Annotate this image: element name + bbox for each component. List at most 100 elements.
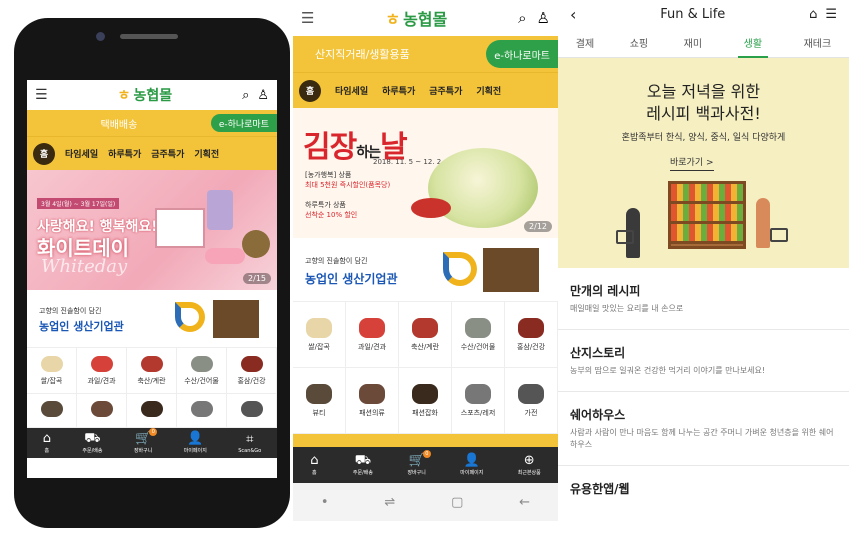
- bottom-nav-cart[interactable]: 🛒 0 장바구니: [407, 450, 431, 476]
- dot-icon[interactable]: •: [321, 495, 329, 510]
- basket-left-image: [616, 230, 634, 244]
- category-cell[interactable]: 과일/견과: [77, 348, 127, 394]
- category-cell[interactable]: 패션의류: [346, 368, 399, 434]
- fruit-icon: [90, 355, 113, 372]
- back-chevron-icon[interactable]: ‹: [570, 5, 576, 24]
- bottom-nav-orders[interactable]: ⛟ 주문/배송: [353, 454, 373, 476]
- screen3: ‹ Fun & Life ⌂ ☰ 결제 쇼핑 재미 생활 재테크 오늘 저녁을 …: [558, 0, 849, 533]
- bicycle-icon: [190, 400, 213, 417]
- home-icon[interactable]: ⌂: [809, 7, 817, 22]
- hamburger-menu-icon[interactable]: ☰: [301, 9, 314, 27]
- nav-item[interactable]: 금주특가: [429, 84, 462, 97]
- nh-mall-logo[interactable]: ㅎ 농협몰: [118, 85, 173, 105]
- home-tab[interactable]: 홈: [33, 142, 55, 165]
- category-cell[interactable]: 패션잡화: [399, 368, 452, 434]
- delivery-label: 택배배송: [100, 119, 138, 131]
- tab-payment[interactable]: 결제: [576, 35, 594, 50]
- nav-item[interactable]: 하루특가: [382, 84, 415, 97]
- bottom-nav-recent[interactable]: ⊕ 최근본상품: [518, 454, 541, 476]
- hero-sub: 혼밥족부터 한식, 양식, 중식, 일식 다양하게: [621, 133, 786, 143]
- delivery-band[interactable]: 택배배송 e-하나로마트: [27, 110, 277, 136]
- search-icon[interactable]: ⌕: [518, 9, 526, 27]
- list-item[interactable]: 쉐어하우스 사람과 사람이 만나 마음도 함께 나누는 공간 주머니 가벼운 청…: [558, 392, 849, 466]
- tab-shopping[interactable]: 쇼핑: [630, 35, 648, 50]
- bottom-nav-orders[interactable]: ⛟ 주문/배송: [82, 432, 102, 454]
- tab-life[interactable]: 생활: [737, 27, 769, 58]
- banner-line2: 최대 5천원 즉시할인(품목당): [305, 181, 391, 189]
- category-cell[interactable]: 쌀/잡곡: [27, 348, 77, 394]
- bottom-nav-mypage[interactable]: 👤 마이페이지: [460, 454, 483, 476]
- hero-line2: 레시피 백과사전!: [646, 104, 761, 123]
- recent-apps-icon[interactable]: ⇌: [384, 495, 395, 510]
- app-header: ☰ ㅎ 농협몰 ⌕ ♙: [27, 80, 277, 110]
- product-boxes-image: [483, 248, 539, 292]
- person-icon: 👤: [463, 453, 480, 468]
- list-item[interactable]: 만개의 레시피 매일매일 맛있는 요리를 내 손으로: [558, 268, 849, 330]
- fashion-icon: [359, 383, 385, 404]
- nav-item[interactable]: 타임세일: [335, 84, 368, 97]
- category-cell[interactable]: 스포츠/레저: [452, 368, 505, 434]
- category-cell[interactable]: [77, 394, 127, 428]
- category-cell[interactable]: 뷰티: [293, 368, 346, 434]
- user-icon[interactable]: ♙: [257, 88, 269, 103]
- bottom-nav-home[interactable]: ⌂ 홈: [310, 454, 318, 476]
- kimjang-banner[interactable]: 김장하는날 2018. 11. 5 ~ 12. 2 [농가행복] 상품 최대 5…: [293, 108, 558, 238]
- category-cell[interactable]: 축산/계란: [127, 348, 177, 394]
- producer-promo[interactable]: 고향의 진솔함이 담긴 농업인 생산기업관: [27, 290, 277, 348]
- tab-fun[interactable]: 재미: [684, 35, 702, 50]
- category-cell[interactable]: 과일/견과: [346, 302, 399, 368]
- go-link[interactable]: 바로가기 >: [670, 155, 714, 171]
- search-icon[interactable]: ⌕: [242, 88, 249, 103]
- fish-icon: [465, 317, 491, 338]
- back-icon[interactable]: ←: [519, 495, 530, 510]
- whiteday-banner[interactable]: 3월 4일(월) ~ 3월 17일(일) 사랑해요! 행복해요! 화이트데이 W…: [27, 170, 277, 290]
- macaron-image: [205, 248, 245, 264]
- speaker-grille: [120, 34, 178, 39]
- menu-icon[interactable]: ☰: [825, 7, 837, 22]
- direct-trade-band[interactable]: 산지직거래/생활용품 e-하나로마트: [293, 36, 558, 72]
- banner-counter: 2/15: [243, 273, 271, 284]
- category-cell[interactable]: 수산/건어물: [452, 302, 505, 368]
- category-cell[interactable]: 가전: [505, 368, 558, 434]
- clock-image: [242, 230, 270, 258]
- hamburger-menu-icon[interactable]: ☰: [35, 87, 48, 103]
- nav-item[interactable]: 타임세일: [65, 147, 98, 160]
- category-cell[interactable]: 홍삼/건강: [227, 348, 277, 394]
- bottom-nav-cart[interactable]: 🛒 0 장바구니: [134, 428, 158, 454]
- cart-badge: 0: [422, 450, 431, 458]
- home-square-icon[interactable]: ▢: [451, 495, 463, 510]
- recipe-hero[interactable]: 오늘 저녁을 위한 레시피 백과사전! 혼밥족부터 한식, 양식, 중식, 일식…: [558, 58, 849, 268]
- yellow-divider: [293, 434, 558, 447]
- list-item[interactable]: 산지스토리 농부의 땀으로 일궈온 건강한 먹거리 이야기를 만나보세요!: [558, 330, 849, 392]
- bag-icon: [412, 383, 438, 404]
- hanaro-mart-tab[interactable]: e-하나로마트: [210, 114, 277, 132]
- category-cell[interactable]: 수산/건어물: [177, 348, 227, 394]
- banner-line4: 선착순 10% 할인: [305, 211, 358, 219]
- bottom-nav-home[interactable]: ⌂ 홈: [43, 432, 51, 454]
- fish-icon: [190, 355, 213, 372]
- nh-mall-logo[interactable]: ㅎ 농협몰: [385, 6, 447, 30]
- beauty-icon: [40, 400, 63, 417]
- basket-right-image: [770, 228, 788, 242]
- nav-item[interactable]: 하루특가: [108, 147, 141, 160]
- tab-investment[interactable]: 재테크: [804, 35, 832, 50]
- list-item[interactable]: 유용한앱/웹: [558, 466, 849, 515]
- nav-item[interactable]: 기획전: [194, 147, 219, 160]
- category-cell[interactable]: [227, 394, 277, 428]
- nav-item[interactable]: 금주특가: [151, 147, 184, 160]
- category-cell[interactable]: 쌀/잡곡: [293, 302, 346, 368]
- rice-icon: [40, 355, 63, 372]
- producer-promo[interactable]: 고향의 진솔함이 담긴 농업인 생산기업관: [293, 238, 558, 302]
- user-icon[interactable]: ♙: [537, 9, 550, 27]
- bottom-nav-scan[interactable]: ⌗ Scan&Go: [238, 433, 261, 454]
- category-cell[interactable]: 축산/계란: [399, 302, 452, 368]
- category-cell[interactable]: [127, 394, 177, 428]
- category-cell[interactable]: [27, 394, 77, 428]
- hanaro-mart-tab[interactable]: e-하나로마트: [486, 40, 558, 68]
- category-cell[interactable]: 홍삼/건강: [505, 302, 558, 368]
- nav-item[interactable]: 기획전: [476, 84, 501, 97]
- home-tab[interactable]: 홈: [299, 79, 321, 102]
- bottom-nav-mypage[interactable]: 👤 마이페이지: [184, 432, 207, 454]
- barcode-icon: ⌗: [246, 431, 254, 447]
- category-cell[interactable]: [177, 394, 227, 428]
